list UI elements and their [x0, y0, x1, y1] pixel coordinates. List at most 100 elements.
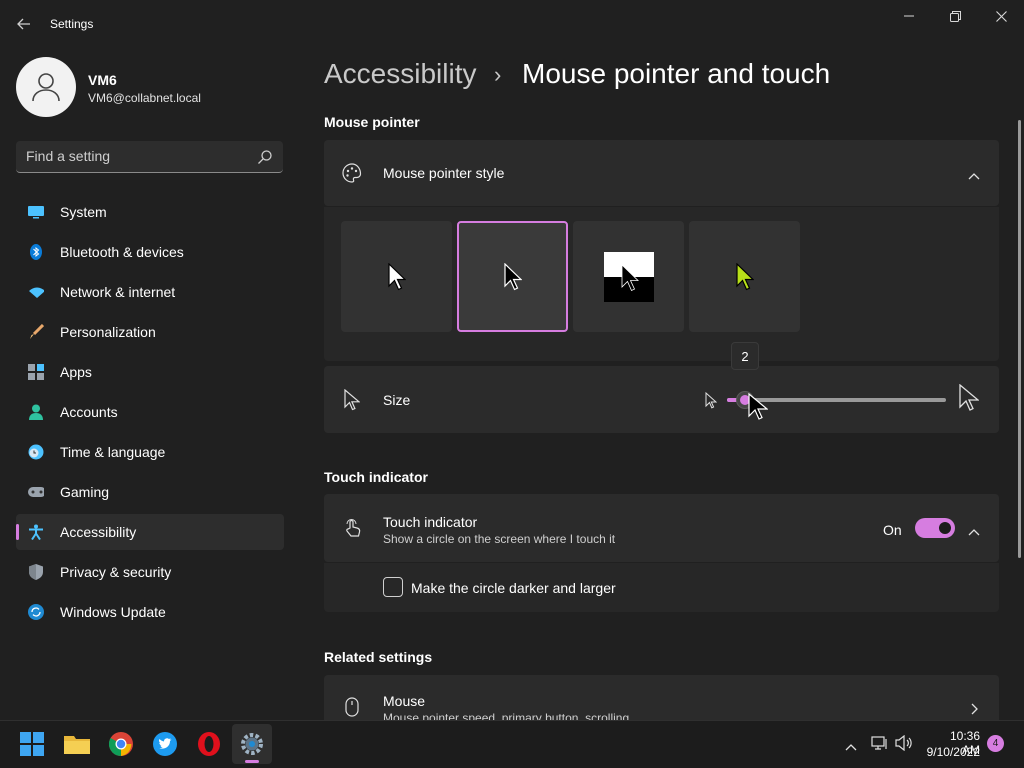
sidebar-item-bluetooth[interactable]: Bluetooth & devices: [16, 234, 284, 270]
breadcrumb-parent[interactable]: Accessibility: [324, 58, 476, 90]
touch-indicator-toggle[interactable]: [915, 518, 955, 538]
pointer-style-custom[interactable]: [689, 221, 800, 332]
notification-badge[interactable]: 4: [987, 735, 1004, 752]
avatar[interactable]: [16, 57, 76, 117]
darker-circle-checkbox[interactable]: [383, 577, 403, 597]
sidebar-item-label: System: [60, 204, 107, 220]
shield-icon: [28, 564, 44, 580]
restore-icon: [949, 10, 961, 22]
taskbar-twitter[interactable]: [151, 730, 179, 758]
sidebar-item-label: Apps: [60, 364, 92, 380]
start-button[interactable]: [18, 730, 46, 758]
palette-icon: [342, 163, 362, 188]
section-title-touch-indicator: Touch indicator: [324, 469, 428, 485]
app-title: Settings: [50, 17, 94, 31]
search-box[interactable]: [16, 141, 283, 173]
touch-indicator-description: Show a circle on the screen where I touc…: [383, 532, 616, 546]
opera-icon: [198, 732, 220, 756]
pointer-style-label: Mouse pointer style: [383, 165, 505, 181]
cursor-black-icon: [503, 262, 522, 290]
sidebar-item-network[interactable]: Network & internet: [16, 274, 284, 310]
sidebar-item-system[interactable]: System: [16, 194, 284, 230]
related-mouse-description: Mouse pointer speed, primary button, scr…: [383, 711, 630, 720]
close-button[interactable]: [978, 0, 1024, 32]
related-mouse-label: Mouse: [383, 693, 426, 709]
active-app-indicator: [245, 760, 259, 763]
scrollbar[interactable]: [1018, 120, 1021, 558]
arrow-left-icon: [17, 18, 30, 30]
large-cursor-icon: [959, 383, 980, 417]
user-name: VM6: [88, 72, 117, 88]
clock-globe-icon: [28, 444, 44, 460]
apps-icon: [28, 364, 44, 380]
sidebar-item-label: Windows Update: [60, 604, 166, 620]
bluetooth-icon: [28, 244, 44, 260]
sidebar-item-label: Accessibility: [60, 524, 137, 540]
cursor-white-icon: [387, 262, 406, 290]
chevron-up-icon[interactable]: [968, 167, 980, 185]
volume-icon[interactable]: [895, 734, 913, 756]
page-title: Mouse pointer and touch: [522, 58, 831, 89]
chevron-up-icon[interactable]: [968, 523, 980, 541]
clock-date[interactable]: 9/10/2022: [922, 745, 980, 759]
touch-indicator-label: Touch indicator: [383, 514, 478, 530]
cursor-outline-icon: [344, 388, 361, 416]
mouse-cursor-icon: [748, 392, 769, 427]
sidebar-item-privacy[interactable]: Privacy & security: [16, 554, 284, 590]
sidebar-item-accounts[interactable]: Accounts: [16, 394, 284, 430]
chevron-up-tray-icon[interactable]: [845, 738, 857, 756]
sidebar-item-label: Personalization: [60, 324, 156, 340]
accessibility-icon: [28, 524, 44, 540]
gamepad-icon: [28, 484, 44, 500]
network-icon[interactable]: [871, 735, 889, 756]
pointer-style-inverted[interactable]: [573, 221, 684, 332]
pointer-style-white[interactable]: [341, 221, 452, 332]
taskbar-file-explorer[interactable]: [63, 730, 91, 758]
sidebar-item-time-language[interactable]: Time & language: [16, 434, 284, 470]
cursor-inverted-icon: [603, 251, 654, 302]
update-icon: [28, 604, 44, 620]
touch-hand-icon: [343, 518, 363, 543]
search-icon[interactable]: [257, 149, 273, 165]
search-input[interactable]: [26, 148, 246, 164]
sidebar-item-windows-update[interactable]: Windows Update: [16, 594, 284, 630]
touch-indicator-card[interactable]: Touch indicator Show a circle on the scr…: [324, 494, 999, 562]
minimize-button[interactable]: [886, 0, 932, 32]
back-button[interactable]: [12, 12, 36, 36]
mouse-icon: [345, 697, 359, 720]
taskbar-opera[interactable]: [195, 730, 223, 758]
maximize-button[interactable]: [932, 0, 978, 32]
pointer-style-black[interactable]: [457, 221, 568, 332]
user-email: VM6@collabnet.local: [88, 91, 201, 105]
sidebar-item-personalization[interactable]: Personalization: [16, 314, 284, 350]
sidebar-item-apps[interactable]: Apps: [16, 354, 284, 390]
section-title-mouse-pointer: Mouse pointer: [324, 114, 420, 130]
windows-logo-icon: [20, 732, 44, 756]
monitor-icon: [28, 204, 44, 220]
pointer-size-label: Size: [383, 392, 411, 408]
twitter-icon: [153, 732, 177, 756]
sidebar-item-label: Accounts: [60, 404, 118, 420]
taskbar-chrome[interactable]: [107, 730, 135, 758]
darker-circle-label: Make the circle darker and larger: [411, 580, 616, 596]
taskbar-settings[interactable]: [238, 730, 266, 758]
pointer-style-header[interactable]: Mouse pointer style: [324, 140, 999, 206]
chrome-icon: [109, 732, 133, 756]
person-icon: [28, 404, 44, 420]
person-icon: [32, 73, 60, 102]
related-mouse-link[interactable]: Mouse Mouse pointer speed, primary butto…: [324, 675, 999, 720]
gear-icon: [241, 733, 263, 755]
sidebar-item-accessibility[interactable]: Accessibility: [16, 514, 284, 550]
wifi-icon: [28, 284, 44, 300]
minimize-icon: [904, 15, 914, 17]
sidebar-nav: System Bluetooth & devices Network & int…: [16, 194, 284, 634]
toggle-state-text: On: [883, 522, 902, 538]
chevron-right-icon: [971, 702, 979, 720]
close-icon: [995, 10, 1007, 22]
sidebar-item-gaming[interactable]: Gaming: [16, 474, 284, 510]
title-bar: [0, 0, 1024, 48]
small-cursor-icon: [705, 391, 718, 414]
sidebar-item-label: Privacy & security: [60, 564, 172, 580]
sidebar-item-label: Time & language: [60, 444, 166, 460]
brush-icon: [28, 324, 44, 340]
